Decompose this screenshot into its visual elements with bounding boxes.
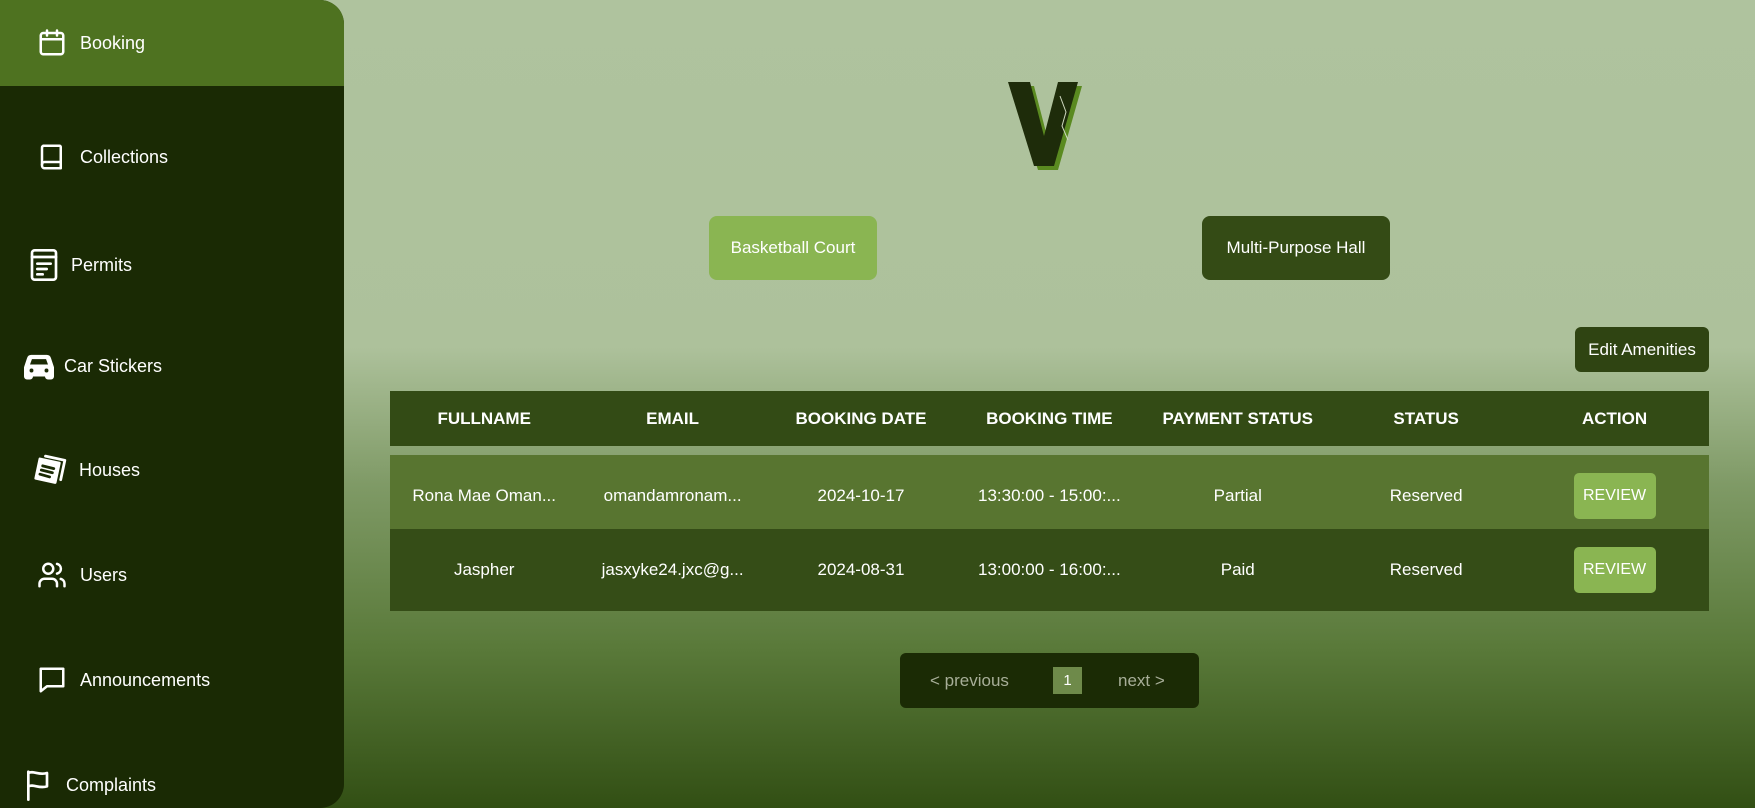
column-header-payment-status: PAYMENT STATUS — [1162, 408, 1314, 428]
cell-fullname: Jaspher — [453, 560, 515, 579]
table-row: Rona Mae Oman... omandamronam... 2024-10… — [390, 455, 1709, 537]
basketball-court-button[interactable]: Basketball Court — [709, 216, 877, 280]
column-header-booking-date: BOOKING DATE — [795, 408, 927, 428]
column-header-booking-time: BOOKING TIME — [986, 408, 1113, 428]
cell-booking-time: 13:00:00 - 16:00:... — [978, 560, 1121, 579]
sidebar-item-label: Houses — [79, 459, 141, 480]
message-icon — [34, 662, 70, 698]
cell-action: REVIEW — [1520, 473, 1708, 519]
cell-booking-date: 2024-08-31 — [817, 560, 905, 579]
sidebar-item-label: Collections — [80, 146, 169, 167]
car-icon — [21, 348, 57, 384]
sidebar-item-car-stickers[interactable]: Car Stickers — [0, 323, 344, 409]
cell-booking-date: 2024-10-17 — [817, 486, 905, 505]
next-page-button[interactable]: next > — [1118, 671, 1165, 691]
cell-status: Reserved — [1389, 560, 1463, 579]
sidebar-item-label: Complaints — [66, 774, 157, 795]
table-header: FULLNAME EMAIL BOOKING DATE BOOKING TIME… — [390, 391, 1709, 446]
sidebar-item-label: Announcements — [80, 669, 211, 690]
book-icon — [34, 139, 70, 175]
previous-page-button[interactable]: < previous — [930, 671, 1009, 691]
sidebar-item-label: Users — [80, 564, 128, 585]
review-button[interactable]: REVIEW — [1573, 547, 1656, 593]
table-row: Jaspher jasxyke24.jxc@g... 2024-08-31 13… — [390, 529, 1709, 611]
column-header-fullname: FULLNAME — [437, 408, 531, 428]
column-header-action: ACTION — [1581, 408, 1648, 428]
sidebar-item-announcements[interactable]: Announcements — [0, 637, 344, 723]
cell-fullname: Rona Mae Oman... — [412, 486, 556, 505]
sidebar-item-label: Booking — [80, 32, 146, 53]
cell-payment-status: Partial — [1213, 486, 1262, 505]
pagination: < previous 1 next > — [900, 653, 1199, 708]
multi-purpose-hall-button[interactable]: Multi-Purpose Hall — [1202, 216, 1390, 280]
column-header-email: EMAIL — [646, 408, 700, 428]
sidebar: Booking Collections Permits Car Stickers… — [0, 0, 344, 808]
cell-booking-time: 13:30:00 - 15:00:... — [978, 486, 1121, 505]
sidebar-item-permits[interactable]: Permits — [0, 222, 344, 308]
village-logo — [1008, 82, 1088, 174]
cell-email: jasxyke24.jxc@g... — [601, 560, 744, 579]
cell-status: Reserved — [1389, 486, 1463, 505]
sidebar-item-houses[interactable]: Houses — [0, 427, 344, 513]
sidebar-item-collections[interactable]: Collections — [0, 114, 344, 200]
sidebar-item-label: Car Stickers — [64, 355, 163, 376]
review-button[interactable]: REVIEW — [1573, 473, 1656, 519]
sidebar-item-label: Permits — [71, 254, 133, 275]
flag-icon — [21, 767, 57, 803]
users-icon — [34, 557, 70, 593]
edit-amenities-button[interactable]: Edit Amenities — [1575, 327, 1709, 372]
sidebar-item-users[interactable]: Users — [0, 532, 344, 618]
column-header-status: STATUS — [1393, 408, 1459, 428]
document-icon — [26, 247, 62, 283]
newspaper-icon — [33, 452, 69, 488]
cell-email: omandamronam... — [603, 486, 742, 505]
page-number-button[interactable]: 1 — [1053, 667, 1082, 694]
calendar-icon — [34, 25, 70, 61]
cell-payment-status: Paid — [1220, 560, 1255, 579]
sidebar-item-complaints[interactable]: Complaints — [0, 742, 344, 808]
cell-action: REVIEW — [1520, 547, 1708, 593]
sidebar-item-booking[interactable]: Booking — [0, 0, 344, 86]
